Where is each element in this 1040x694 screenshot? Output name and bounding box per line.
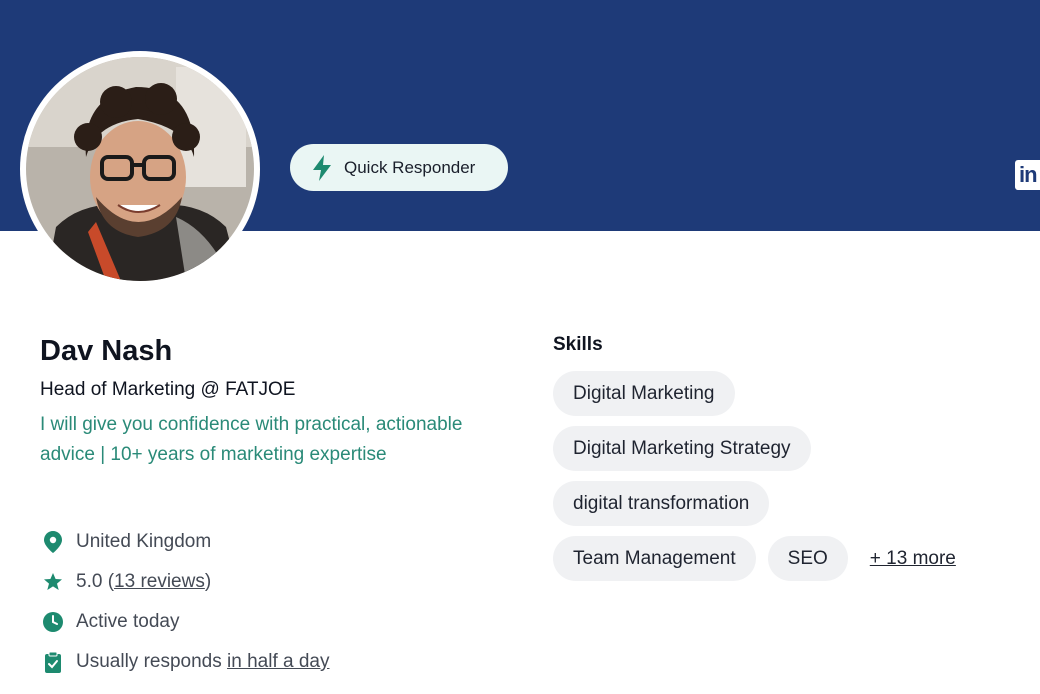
response-prefix: Usually responds xyxy=(76,651,228,672)
skill-row: Digital Marketing Strategy xyxy=(553,426,1023,471)
location-pin-icon xyxy=(44,531,62,553)
reviews-link[interactable]: 13 reviews xyxy=(114,571,205,593)
profile-photo xyxy=(26,57,254,281)
lightning-icon xyxy=(313,154,331,181)
clipboard-check-icon xyxy=(45,651,61,673)
clock-icon xyxy=(43,612,63,632)
location-text: United Kingdom xyxy=(76,531,212,552)
location-row: United Kingdom xyxy=(40,522,330,562)
skill-chip[interactable]: digital transformation xyxy=(553,481,770,526)
skill-chip[interactable]: Team Management xyxy=(553,536,756,581)
skill-row: Team Management SEO + 13 more xyxy=(553,536,1023,581)
skill-chip[interactable]: Digital Marketing xyxy=(553,371,735,416)
response-row: Usually responds in half a day xyxy=(40,642,330,682)
rating-row: 5.0 (13 reviews) xyxy=(40,562,330,602)
activity-text: Active today xyxy=(76,611,180,632)
rating-suffix: ) xyxy=(204,571,212,592)
star-icon xyxy=(44,573,62,590)
profile-name: Dav Nash xyxy=(40,335,173,367)
badge-label: Quick Responder xyxy=(344,157,476,177)
skill-row: Digital Marketing xyxy=(553,371,1023,416)
more-skills-link[interactable]: + 13 more xyxy=(870,548,956,570)
profile-role: Head of Marketing @ FATJOE xyxy=(40,379,296,400)
skill-row: digital transformation xyxy=(553,481,1023,526)
quick-responder-badge: Quick Responder xyxy=(290,144,508,191)
activity-row: Active today xyxy=(40,602,330,642)
linkedin-icon[interactable]: in xyxy=(1015,160,1040,190)
profile-tagline: I will give you confidence with practica… xyxy=(40,414,463,465)
skill-chip[interactable]: SEO xyxy=(767,536,848,581)
rating-prefix: 5.0 ( xyxy=(76,571,115,592)
avatar xyxy=(20,51,260,287)
skills-title: Skills xyxy=(553,334,603,355)
profile-meta: United Kingdom 5.0 (13 reviews) Active t… xyxy=(40,522,330,682)
skills-list: Digital Marketing Digital Marketing Stra… xyxy=(553,371,1023,591)
skill-chip[interactable]: Digital Marketing Strategy xyxy=(553,426,811,471)
response-time-link[interactable]: in half a day xyxy=(227,651,329,673)
